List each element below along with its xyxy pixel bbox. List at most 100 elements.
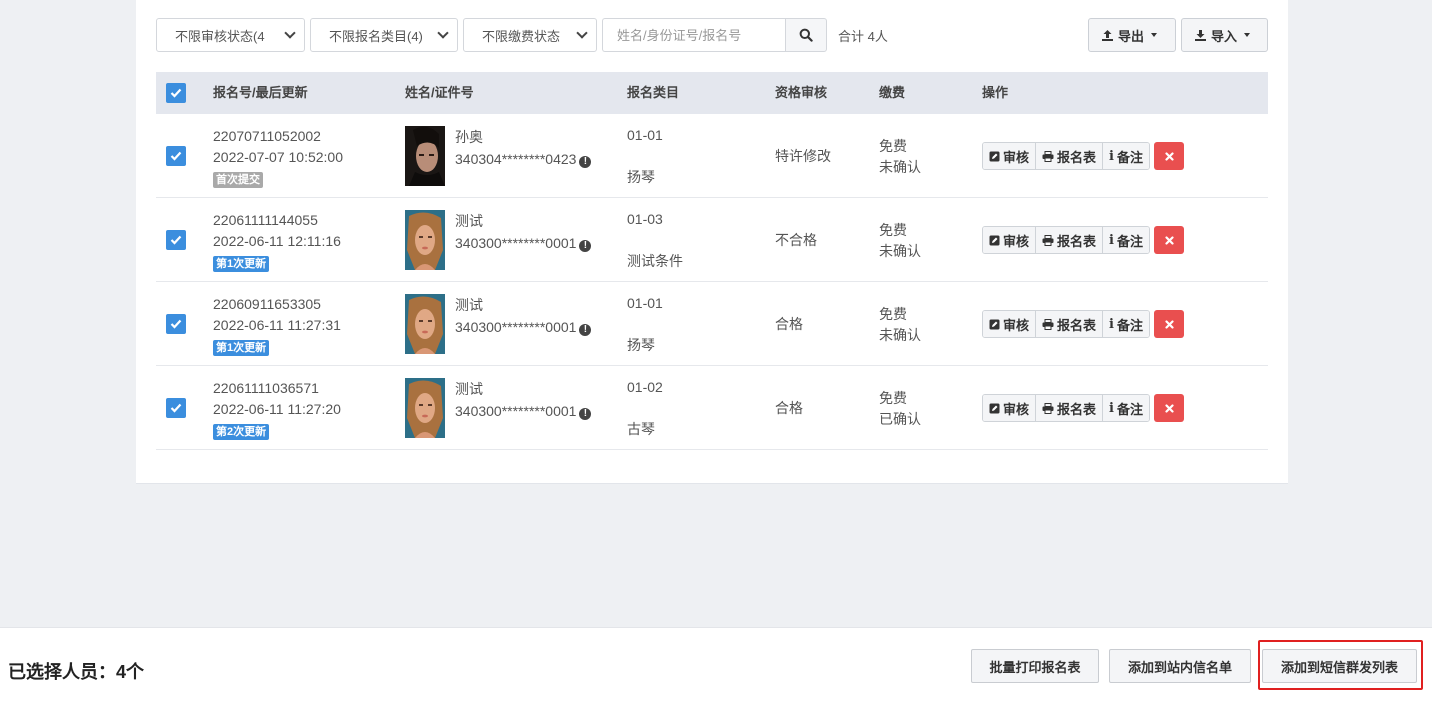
review-status-select[interactable]: 不限审核状态(4 [156,18,305,52]
delete-button[interactable] [1154,142,1184,170]
category-code: 01-01 [627,127,663,143]
row-actions: 审核 报名表 i 备注 [982,142,1184,170]
avatar [405,378,445,438]
status-badge: 第1次更新 [213,340,270,356]
print-icon [1042,234,1054,246]
note-button[interactable]: i 备注 [1103,395,1149,421]
info-icon: i [1109,148,1114,164]
fee-type: 免费 [879,390,907,406]
delete-button[interactable] [1154,226,1184,254]
name-cell: 测试 340300********0001! [455,210,592,254]
batch-print-button[interactable]: 批量打印报名表 [971,649,1099,683]
delete-button[interactable] [1154,310,1184,338]
exclamation-icon[interactable]: ! [579,324,592,336]
check-icon [170,88,182,98]
category-cell: 01-01 扬琴 [627,124,663,188]
filter-toolbar: 不限审核状态(4 不限报名类目(4) 不限缴费状态 合计 4人 [156,18,888,52]
note-label: 备注 [1116,149,1143,165]
row-checkbox[interactable] [166,146,186,166]
row-actions: 审核 报名表 i 备注 [982,310,1184,338]
regno: 22061111036571 [213,380,319,396]
export-dropdown[interactable]: 导出 [1088,18,1176,52]
check-icon [170,235,182,245]
note-button[interactable]: i 备注 [1103,143,1149,169]
fee-cell: 免费 已确认 [879,388,921,430]
select-all-checkbox[interactable] [166,83,186,103]
add-sms-list-button[interactable]: 添加到短信群发列表 [1262,649,1417,683]
regno-cell: 22061111144055 2022-06-11 12:11:16 第1次更新 [213,210,341,273]
regno: 22060911653305 [213,296,321,312]
total-count: 合计 4人 [838,28,888,44]
check-icon [170,319,182,329]
note-button[interactable]: i 备注 [1103,227,1149,253]
review-button[interactable]: 审核 [983,395,1037,421]
info-icon: i [1109,232,1114,248]
info-icon: i [1109,316,1114,332]
exclamation-icon[interactable]: ! [579,156,592,168]
chevron-down-icon [576,27,588,39]
exclamation-icon[interactable]: ! [579,240,592,252]
category-name: 测试条件 [627,253,683,269]
review-label: 审核 [1003,233,1030,249]
row-checkbox[interactable] [166,314,186,334]
download-icon [1195,29,1206,41]
print-icon [1042,318,1054,330]
check-icon [170,151,182,161]
payment-status-select[interactable]: 不限缴费状态 [463,18,597,52]
qualification-status: 特许修改 [775,148,831,164]
row-checkbox[interactable] [166,230,186,250]
table-header: 报名号/最后更新 姓名/证件号 报名类目 资格审核 缴费 操作 [156,72,1268,114]
chevron-down-icon [284,27,296,39]
review-label: 审核 [1003,317,1030,333]
import-dropdown[interactable]: 导入 [1181,18,1268,52]
review-button[interactable]: 审核 [983,227,1037,253]
category-select[interactable]: 不限报名类目(4) [310,18,458,52]
add-inbox-list-button[interactable]: 添加到站内信名单 [1109,649,1251,683]
qualification-status: 合格 [775,316,803,332]
edit-icon [989,151,1000,161]
note-button[interactable]: i 备注 [1103,311,1149,337]
payment-status-label: 不限缴费状态 [482,28,561,44]
table-row: 22061111036571 2022-06-11 11:27:20 第2次更新 测试… [156,366,1268,450]
search-input[interactable] [602,18,785,52]
caret-down-icon [1151,33,1158,37]
fee-type: 免费 [879,138,907,154]
search-button[interactable] [785,18,827,52]
review-button[interactable]: 审核 [983,143,1037,169]
upload-icon [1102,29,1113,41]
exclamation-icon[interactable]: ! [579,408,592,420]
fee-cell: 免费 未确认 [879,136,921,178]
last-updated: 2022-06-11 11:27:31 [213,317,341,333]
last-updated: 2022-06-11 11:27:20 [213,401,341,417]
category-code: 01-02 [627,379,663,395]
regno-cell: 22070711052002 2022-07-07 10:52:00 首次提交 [213,126,343,189]
caret-down-icon [1244,33,1251,37]
fee-status: 未确认 [879,159,921,175]
import-label: 导入 [1211,28,1238,44]
regno: 22070711052002 [213,128,321,144]
category-name: 古琴 [627,421,655,437]
person-name: 孙奥 [455,129,483,145]
header-category: 报名类目 [627,85,680,100]
form-label: 报名表 [1057,233,1097,249]
close-icon [1164,235,1174,245]
form-button[interactable]: 报名表 [1036,227,1104,253]
category-label: 不限报名类目(4) [329,28,423,44]
fee-cell: 免费 未确认 [879,304,921,346]
form-button[interactable]: 报名表 [1036,395,1104,421]
fee-status: 未确认 [879,243,921,259]
row-checkbox[interactable] [166,398,186,418]
form-button[interactable]: 报名表 [1036,311,1104,337]
fee-type: 免费 [879,306,907,322]
fee-status: 已确认 [879,411,921,427]
action-group: 审核 报名表 i 备注 [982,394,1150,422]
regno: 22061111144055 [213,212,318,228]
id-number: 340304********0423 [455,151,577,167]
category-code: 01-01 [627,295,663,311]
form-button[interactable]: 报名表 [1036,143,1104,169]
review-button[interactable]: 审核 [983,311,1037,337]
table-row: 22070711052002 2022-07-07 10:52:00 首次提交 孙奥 3… [156,114,1268,198]
category-cell: 01-03 测试条件 [627,208,683,272]
header-actions: 操作 [982,85,1009,100]
delete-button[interactable] [1154,394,1184,422]
